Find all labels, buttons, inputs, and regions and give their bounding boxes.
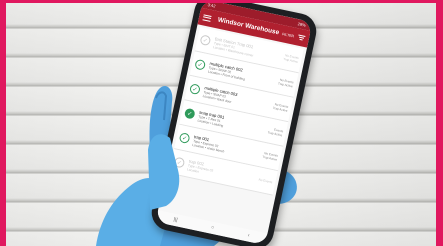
check-icon: ✓	[199, 34, 212, 47]
frame-border-top	[0, 0, 443, 3]
status-battery: 28%	[297, 21, 307, 28]
back-icon[interactable]: ‹	[247, 232, 250, 238]
check-icon: ✓	[189, 83, 201, 96]
photo-scene: 3:42 28% Windsor Warehouse FILTER ✓ Bait…	[0, 0, 443, 246]
frame-border-left	[0, 0, 6, 246]
hamburger-menu-icon[interactable]	[202, 13, 212, 22]
frame-border-right	[436, 0, 443, 246]
filter-icon[interactable]	[298, 34, 306, 41]
filter-button[interactable]: FILTER	[282, 32, 295, 38]
check-icon: ✓	[178, 132, 191, 145]
check-icon: ✓	[173, 156, 186, 169]
check-icon: ✓	[183, 107, 196, 120]
status-time: 3:42	[207, 2, 217, 9]
item-events: No Events	[258, 177, 273, 185]
check-icon: ✓	[194, 58, 207, 71]
home-icon[interactable]: ○	[211, 225, 215, 231]
recent-apps-icon[interactable]: |||	[173, 217, 178, 224]
